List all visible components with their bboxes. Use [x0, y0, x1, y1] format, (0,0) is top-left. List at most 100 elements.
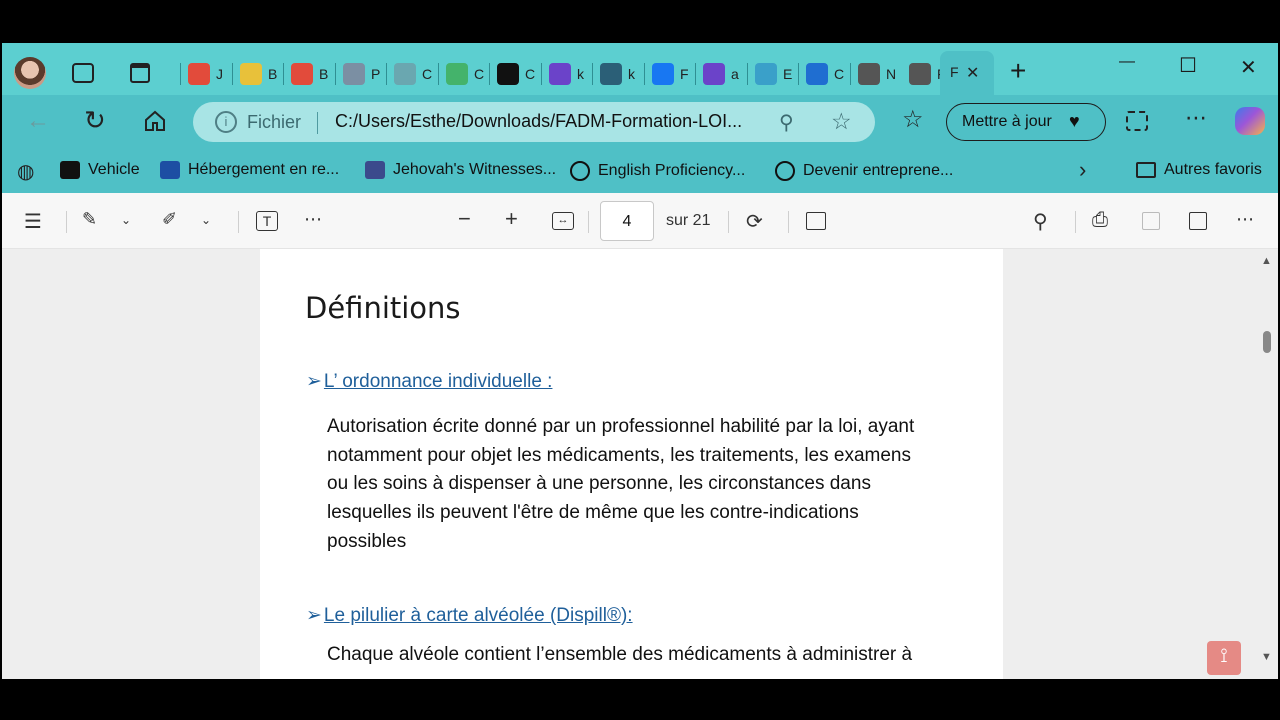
scroll-up-icon[interactable]: ▲: [1261, 255, 1272, 267]
section1-title-text: L’ ordonnance individuelle :: [323, 371, 553, 392]
body-line: Autorisation écrite donné par un profess…: [327, 416, 915, 437]
tab-item[interactable]: B: [291, 61, 328, 87]
tab-item[interactable]: N: [858, 61, 896, 87]
chevron-right-icon[interactable]: ›: [1079, 157, 1086, 183]
tab-label: C: [422, 66, 433, 82]
toolbar-divider: [1075, 211, 1076, 233]
bookmark-item[interactable]: Jehovah's Witnesses...: [365, 161, 556, 179]
facebook-icon: [652, 63, 674, 85]
tab-item[interactable]: a: [703, 61, 739, 87]
other-favorites[interactable]: Autres favoris: [1136, 161, 1262, 179]
bookmark-item[interactable]: Devenir entreprene...: [775, 161, 953, 181]
globe-icon[interactable]: ◍: [17, 159, 34, 184]
more-tools-icon[interactable]: ⋯: [304, 209, 322, 230]
jw-icon: [365, 161, 385, 179]
more-menu-icon[interactable]: ⋯: [1185, 105, 1207, 131]
back-arrow-icon[interactable]: ←: [26, 107, 50, 135]
tab-divider: [747, 63, 748, 85]
tab-item[interactable]: E: [755, 61, 792, 87]
section1-body: Autorisation écrite donné par un profess…: [327, 413, 967, 557]
folder-icon: [1136, 162, 1156, 178]
fit-width-icon[interactable]: ↔: [552, 212, 574, 230]
tab-label: F: [680, 66, 689, 82]
highlight-icon[interactable]: ✎: [82, 209, 97, 230]
tab-actions-icon[interactable]: [130, 63, 150, 83]
heart-pulse-icon: ♥: [1069, 111, 1080, 131]
navigation-bar: ← ↻ i Fichier C:/Users/Esthe/Downloads/F…: [2, 95, 1278, 147]
chevron-down-icon[interactable]: ⌄: [201, 213, 211, 227]
globe-icon: [775, 161, 795, 181]
tab-item[interactable]: F: [652, 61, 689, 87]
page-number-input[interactable]: 4: [600, 201, 654, 241]
tab-item[interactable]: C: [497, 61, 535, 87]
scrollbar-thumb[interactable]: [1263, 331, 1271, 353]
bookmarks-bar: ◍ Vehicle Hébergement en re... Jehovah's W…: [2, 147, 1278, 193]
profile-avatar[interactable]: [14, 57, 46, 89]
tab-item[interactable]: C: [446, 61, 484, 87]
info-icon[interactable]: i: [215, 111, 237, 133]
refresh-icon[interactable]: ↻: [84, 105, 106, 136]
tab-item[interactable]: C: [394, 61, 432, 87]
tab-item[interactable]: P: [343, 61, 380, 87]
tab-divider: [335, 63, 336, 85]
rotate-icon[interactable]: ⟳: [746, 209, 763, 234]
tab-item[interactable]: C: [806, 61, 844, 87]
toolbar-divider: [238, 211, 239, 233]
save-icon[interactable]: [1142, 212, 1160, 230]
green-leaf-icon: [446, 63, 468, 85]
close-tab-icon[interactable]: ✕: [966, 63, 979, 83]
chevron-down-icon[interactable]: ⌄: [121, 213, 131, 227]
arrow-bullet-icon: ➢: [306, 371, 322, 392]
contents-list-icon[interactable]: ☰: [24, 209, 42, 234]
favorites-icon[interactable]: ☆: [902, 105, 924, 134]
favorite-star-icon[interactable]: ☆: [831, 108, 852, 135]
close-window-button[interactable]: ✕: [1240, 55, 1257, 80]
scroll-down-icon[interactable]: ▼: [1261, 651, 1272, 663]
vertical-scrollbar[interactable]: ▲ ▼: [1260, 249, 1274, 679]
zoom-out-icon[interactable]: −: [458, 206, 471, 232]
tab-strip: J B B P C C Ck k Fa E C N F F ✕ + — ☐ ✕: [2, 43, 1278, 97]
copilot-icon[interactable]: [1235, 107, 1265, 135]
save-as-icon[interactable]: [1189, 212, 1207, 230]
tab-divider: [798, 63, 799, 85]
arrow-bullet-icon: ➢: [306, 605, 322, 626]
screenshot-icon[interactable]: [1126, 111, 1148, 131]
draw-icon[interactable]: ✐: [162, 209, 177, 230]
tab-label: C: [525, 66, 536, 82]
body-line: lesquelles ils peuvent l'être de même qu…: [327, 502, 859, 524]
vehicle-icon: [60, 161, 80, 179]
tab-label: J: [216, 66, 223, 82]
maximize-button[interactable]: ☐: [1179, 53, 1197, 78]
url-text[interactable]: C:/Users/Esthe/Downloads/FADM-Formation-…: [335, 111, 742, 132]
tab-label: C: [834, 66, 845, 82]
tab-item[interactable]: k: [549, 61, 584, 87]
search-icon[interactable]: ⚲: [1033, 209, 1048, 234]
tab-divider: [644, 63, 645, 85]
page-view-icon[interactable]: [806, 212, 826, 230]
body-line: ou les soins à dispenser à une personne,…: [327, 473, 871, 495]
bookmark-item[interactable]: English Proficiency...: [570, 161, 745, 181]
workspaces-icon[interactable]: [72, 63, 94, 83]
bookmark-item[interactable]: Vehicle: [60, 161, 140, 179]
more-options-icon[interactable]: ⋯: [1236, 209, 1254, 230]
print-icon[interactable]: ⎙: [1092, 209, 1108, 232]
tab-item[interactable]: k: [600, 61, 635, 87]
update-button[interactable]: Mettre à jour ♥: [946, 103, 1106, 141]
text-tool-icon[interactable]: T: [256, 211, 278, 231]
zoom-in-icon[interactable]: +: [505, 206, 518, 232]
section2-title: ➢ Le pilulier à carte alvéolée (Dispill®)…: [306, 604, 633, 627]
tab-item[interactable]: B: [240, 61, 277, 87]
tab-item[interactable]: J: [188, 61, 223, 87]
minimize-button[interactable]: —: [1119, 53, 1135, 71]
100plus-icon: [240, 63, 262, 85]
tab-active[interactable]: F ✕: [940, 51, 994, 97]
acrobat-icon[interactable]: ⟟: [1207, 641, 1241, 675]
new-tab-button[interactable]: +: [1010, 55, 1026, 87]
bookmark-label: Devenir entreprene...: [803, 162, 954, 179]
address-bar[interactable]: i Fichier C:/Users/Esthe/Downloads/FADM-…: [193, 102, 875, 142]
update-label: Mettre à jour: [962, 113, 1052, 130]
zoom-icon[interactable]: ⚲: [779, 110, 794, 135]
tab-label: C: [474, 66, 485, 82]
bookmark-item[interactable]: Hébergement en re...: [160, 161, 339, 179]
home-icon[interactable]: [143, 109, 167, 133]
